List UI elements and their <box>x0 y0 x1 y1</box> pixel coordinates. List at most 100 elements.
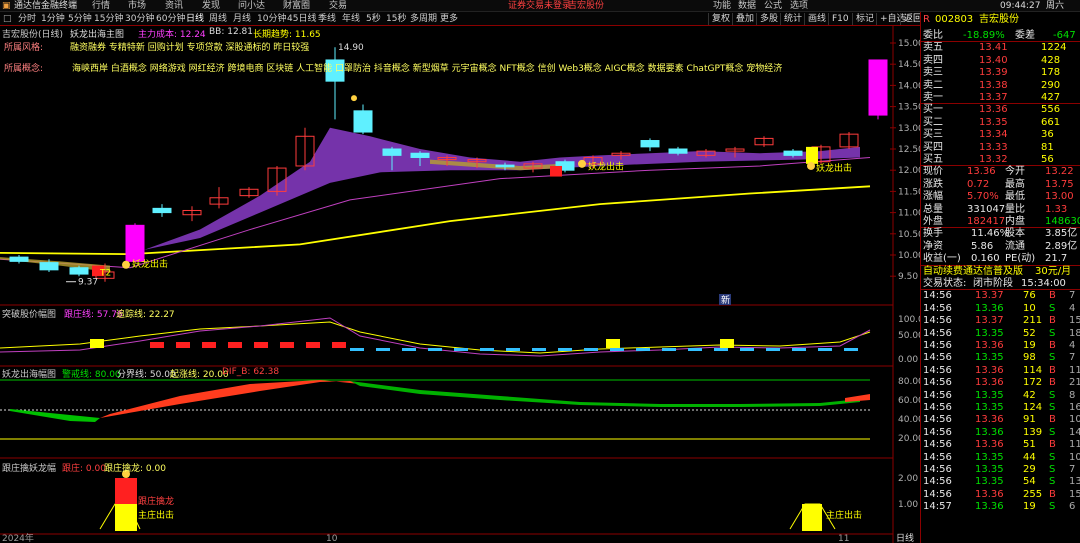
tab-period[interactable]: 10分钟 <box>257 12 286 26</box>
tab-period[interactable]: 45日线 <box>287 12 316 26</box>
main-indicator-name[interactable]: 妖龙出海主图 <box>70 27 124 40</box>
tab-period[interactable]: 5分钟 <box>68 12 92 26</box>
stat-label: 收益(一) <box>923 253 961 265</box>
bid-row: 买一 13.36 556 <box>923 104 1079 116</box>
tick-volume: 10 <box>1023 302 1036 314</box>
tab-period[interactable]: 60分钟 <box>156 12 185 26</box>
trade-status: 闭市阶段 <box>973 278 1013 289</box>
tab-period[interactable]: 年线 <box>342 12 360 26</box>
tick-volume: 139 <box>1023 426 1043 438</box>
bid-volume: 81 <box>1041 141 1054 153</box>
menu-function[interactable]: 功能 <box>713 0 731 12</box>
y-tick-label: 20.00 <box>898 434 920 444</box>
overlay-button[interactable]: 叠加 <box>732 13 757 25</box>
app-title: 通达信金融终端 <box>14 1 78 11</box>
bid-price: 13.36 <box>979 104 1008 116</box>
candle-body <box>152 207 172 214</box>
y-tick-label: 50.00 <box>898 331 920 341</box>
main-cost-label: 主力成本: 12.24 <box>138 30 206 40</box>
tab-period[interactable]: 15分钟 <box>94 12 123 26</box>
signal-block <box>720 339 734 348</box>
menu-data[interactable]: 数据 <box>738 0 756 12</box>
tick-side: B <box>1049 439 1056 451</box>
stat-label: PE(动) <box>1005 253 1036 265</box>
y-tick-label: 13.00 <box>898 124 920 134</box>
chart-area[interactable]: 15.00 14.50 14.00 13.50 13.00 12.50 12.00 11.50… <box>0 26 920 543</box>
stat-label: 换手 <box>923 228 943 240</box>
bar-mark <box>454 348 468 351</box>
bar-mark <box>350 348 364 351</box>
candle-body <box>410 152 430 158</box>
long-trend-label: 长期趋势: 11.65 <box>253 30 321 40</box>
promo-link[interactable]: 自动续费通达信普及版 <box>923 266 1023 278</box>
stat-row: 涨跌 0.72 最高 13.75 <box>923 179 1079 191</box>
tick-time: 14:56 <box>923 315 952 327</box>
ask-price: 13.41 <box>979 42 1008 54</box>
multi-stock-button[interactable]: 多股 <box>756 13 781 25</box>
tab-period[interactable]: 分时 <box>18 12 36 26</box>
tab-period[interactable]: 月线 <box>233 12 251 26</box>
stat-value: 5.86 <box>971 240 994 252</box>
signal-candle <box>806 146 818 164</box>
stat-value: 0.72 <box>967 178 990 190</box>
bar-mark <box>228 342 242 348</box>
draw-button[interactable]: 画线 <box>804 13 829 25</box>
tab-period[interactable]: 多周期 <box>410 12 437 26</box>
y-tick-label: 9.50 <box>898 272 918 282</box>
tick-time: 14:56 <box>923 364 952 376</box>
y-tick-label: 60.00 <box>898 396 920 406</box>
tab-period[interactable]: 1分钟 <box>41 12 65 26</box>
panel2-title[interactable]: 突破股价幅图 <box>2 307 56 320</box>
notice-stock[interactable]: 吉宏股份 <box>568 0 604 12</box>
panel3-title[interactable]: 妖龙出海幅图 <box>2 367 56 380</box>
menu-discover[interactable]: 发现 <box>202 0 220 12</box>
bid-volume: 556 <box>1041 104 1061 116</box>
bid-volume: 36 <box>1041 129 1054 141</box>
ask-row: 卖五 13.41 1224 <box>923 42 1079 54</box>
tab-period[interactable]: 更多 <box>440 12 458 26</box>
stats-button[interactable]: 统计 <box>780 13 805 25</box>
menu-news[interactable]: 资讯 <box>165 0 183 12</box>
signal-label-dragon: 妖龙出击 <box>588 160 624 172</box>
tab-period[interactable]: 5秒 <box>366 12 381 26</box>
menu-ask[interactable]: 问小达 <box>238 0 265 12</box>
promo-price[interactable]: 30元/月 <box>1035 266 1071 278</box>
tick-time: 14:57 <box>923 501 952 513</box>
menu-wealth[interactable]: 财富圈 <box>283 0 310 12</box>
tick-row: 14:56 13.35 29 S 7 <box>923 464 1079 476</box>
bid-price: 13.32 <box>979 154 1008 165</box>
y-tick-label: 14.00 <box>898 81 920 91</box>
tick-side: S <box>1049 426 1056 438</box>
tick-side: S <box>1049 402 1056 413</box>
tab-period[interactable]: 15秒 <box>386 12 406 26</box>
menu-quotes[interactable]: 行情 <box>92 0 110 12</box>
menu-market[interactable]: 市场 <box>128 0 146 12</box>
y-tick-label: 0.00 <box>898 355 918 365</box>
panel4-title[interactable]: 跟庄擒妖龙幅 <box>2 461 56 474</box>
square-icon[interactable]: □ <box>3 12 12 26</box>
tick-price: 13.36 <box>975 302 1004 314</box>
ask-price: 13.37 <box>979 92 1008 103</box>
menu-formula[interactable]: 公式 <box>764 0 782 12</box>
tick-row: 14:56 13.35 52 S 18 <box>923 328 1080 340</box>
mark-button[interactable]: 标记 <box>852 13 877 25</box>
tick-volume: 42 <box>1023 389 1036 401</box>
candle-body <box>668 148 688 154</box>
bid-price: 13.33 <box>979 141 1008 153</box>
stat-value: 13.36 <box>967 166 996 178</box>
tab-period[interactable]: 季线 <box>318 12 336 26</box>
money-bag-icon <box>351 95 357 102</box>
f10-button[interactable]: F10 <box>828 13 852 25</box>
signal-bar-yellow <box>115 504 137 531</box>
tab-period-active[interactable]: 日线 <box>186 12 204 26</box>
ask-price: 13.39 <box>979 67 1008 79</box>
menu-trade[interactable]: 交易 <box>329 0 347 12</box>
bid-row: 买五 13.32 56 <box>923 154 1079 166</box>
tab-period[interactable]: 30分钟 <box>125 12 154 26</box>
restore-right-button[interactable]: 复权 <box>708 13 733 25</box>
tab-period[interactable]: 周线 <box>209 12 227 26</box>
login-notice[interactable]: 证券交易未登录 <box>508 0 571 12</box>
tick-side: B <box>1049 315 1056 327</box>
tick-row: 14:56 13.35 98 S 7 <box>923 352 1079 364</box>
menu-options[interactable]: 选项 <box>790 0 808 12</box>
